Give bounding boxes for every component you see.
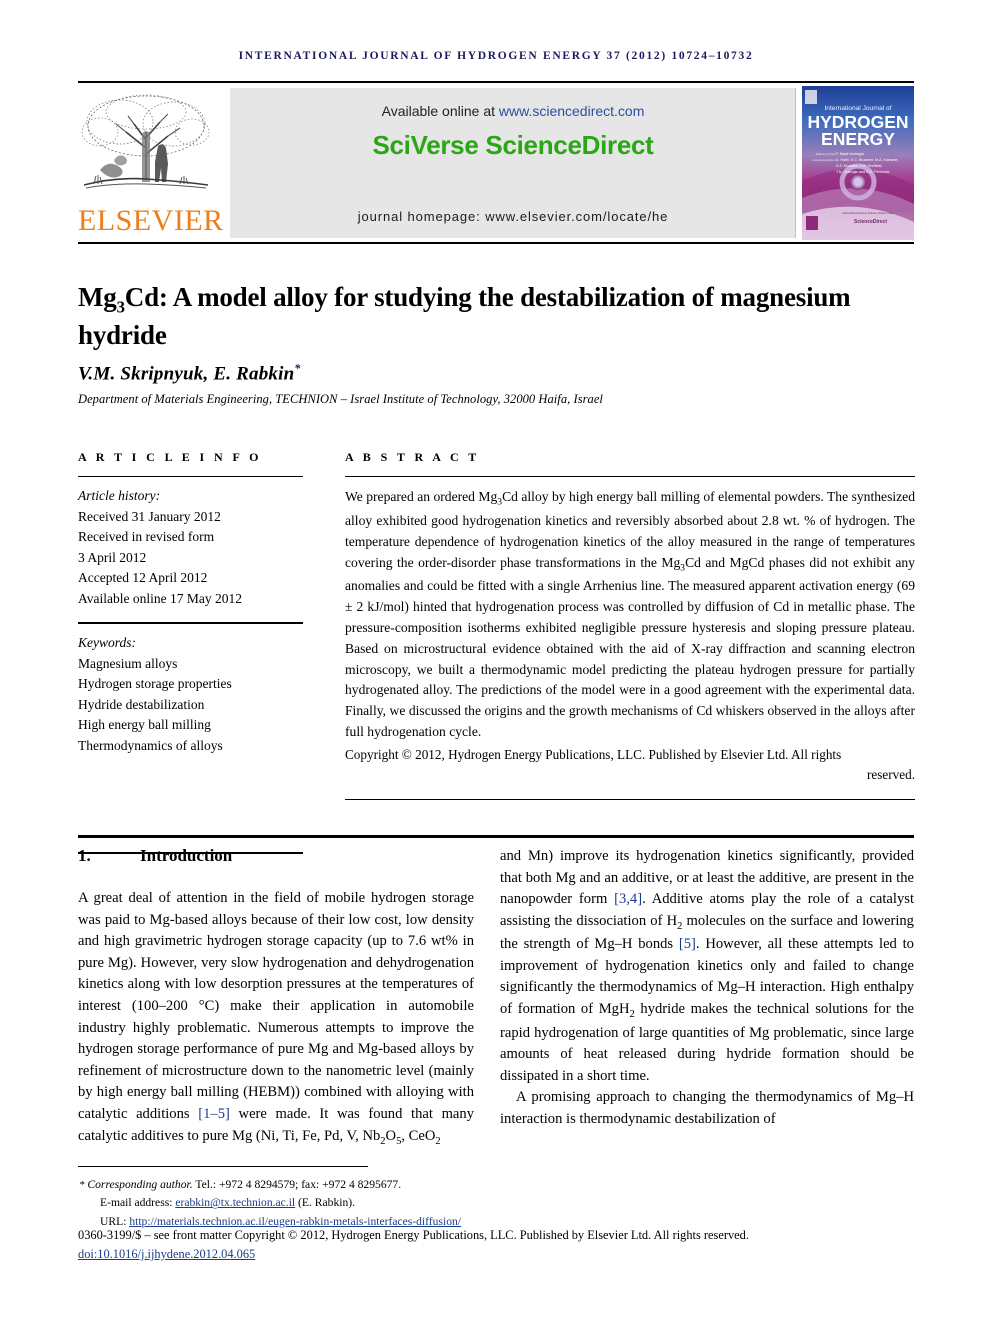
cover-editor-name: T. Nejat Veziroglu xyxy=(836,152,864,156)
title-part2: Cd: A model alloy for studying the desta… xyxy=(78,282,851,351)
section-number: 1. xyxy=(78,846,91,865)
intro-left-c: O xyxy=(385,1127,397,1144)
email-link[interactable]: erabkin@tx.technion.ac.il xyxy=(175,1196,295,1209)
abstract-copyright: Copyright © 2012, Hydrogen Energy Public… xyxy=(345,745,915,785)
article-history-item: Available online 17 May 2012 xyxy=(78,590,242,606)
email-suffix: (E. Rabkin). xyxy=(295,1196,356,1210)
article-info-rule xyxy=(78,476,303,478)
intro-paragraph-left: A great deal of attention in the field o… xyxy=(78,888,474,1149)
intro-left-d: , CeO xyxy=(401,1127,436,1144)
footnote-rule xyxy=(78,1166,368,1167)
cover-editor-label: Editor-in-Chief xyxy=(816,152,836,156)
journal-masthead: ELSEVIER Available online at www.science… xyxy=(78,81,914,244)
journal-cover-image: International Journal of HYDROGEN ENERGY… xyxy=(802,86,914,240)
doi-link[interactable]: doi:10.1016/j.ijhydene.2012.04.065 xyxy=(78,1245,914,1264)
issn-line: 0360-3199/$ – see front matter Copyright… xyxy=(78,1228,749,1242)
masthead-bottom-rule xyxy=(78,242,914,244)
abstract-text: We prepared an ordered Mg3Cd alloy by hi… xyxy=(345,487,915,743)
elsevier-tree-icon xyxy=(81,94,210,189)
keyword-item: High energy ball milling xyxy=(78,717,211,733)
issn-copyright-block: 0360-3199/$ – see front matter Copyright… xyxy=(78,1226,914,1263)
elsevier-logo: ELSEVIER xyxy=(78,88,224,238)
cover-line3: ENERGY xyxy=(821,129,895,149)
cover-sd-badge: ScienceDirect xyxy=(854,219,887,225)
article-history-item: Accepted 12 April 2012 xyxy=(78,570,208,586)
abstract-column: A B S T R A C T We prepared an ordered M… xyxy=(345,450,915,801)
sciencedirect-url[interactable]: www.sciencedirect.com xyxy=(499,103,645,119)
abstract-heading: A B S T R A C T xyxy=(345,450,480,464)
article-info-separator xyxy=(78,622,303,624)
section-heading-introduction: 1. Introduction xyxy=(78,846,474,866)
article-history-item: Received in revised form xyxy=(78,529,215,545)
title-subscript: 3 xyxy=(116,297,125,317)
article-info-heading: A R T I C L E I N F O xyxy=(78,450,262,464)
formula-sub: 2 xyxy=(435,1135,441,1147)
citation-ref[interactable]: [5] xyxy=(679,936,696,952)
article-history-label: Article history: xyxy=(78,488,161,504)
sciverse-sciencedirect-logo: SciVerse ScienceDirect xyxy=(372,130,654,160)
journal-article-page: International Journal of Hydrogen Energy… xyxy=(0,0,992,1323)
cover-assoc-line1: A. Hariri, E.C. Bruckner, M.A. Kaesche, xyxy=(836,158,899,162)
keywords-block: Keywords: Magnesium alloys Hydrogen stor… xyxy=(78,633,303,756)
affiliation: Department of Materials Engineering, TEC… xyxy=(78,392,603,406)
masthead-top-rule xyxy=(78,81,914,83)
keyword-item: Magnesium alloys xyxy=(78,655,178,671)
title-part1: Mg xyxy=(78,282,117,313)
keywords-label: Keywords: xyxy=(78,634,136,650)
keyword-item: Thermodynamics of alloys xyxy=(78,737,223,753)
keyword-item: Hydride destabilization xyxy=(78,696,205,712)
cover-assoc-line2: N.Z. Muradov, J.W. Sheffield, xyxy=(836,164,882,168)
intro-left-a: A great deal of attention in the field o… xyxy=(78,890,474,1122)
cover-assoc-line3: T.N. Veziroglu and E.A. Pereseda xyxy=(836,170,889,174)
abstract-bottom-rule xyxy=(345,798,915,801)
article-history-block: Article history: Received 31 January 201… xyxy=(78,486,303,609)
article-history-item: Received 31 January 2012 xyxy=(78,508,221,524)
article-info-column: A R T I C L E I N F O Article history: R… xyxy=(78,450,303,854)
cover-line1: International Journal of xyxy=(824,105,891,112)
cover-assoc-label: Associate Editors xyxy=(812,158,836,162)
footnote-star: * xyxy=(79,1179,85,1191)
corresponding-author-label: Corresponding author. xyxy=(87,1178,193,1191)
keyword-item: Hydrogen storage properties xyxy=(78,676,232,692)
available-online-line: Available online at www.sciencedirect.co… xyxy=(230,103,796,119)
cover-indexed-label: Indexed/Abstracted in Science Citation I… xyxy=(842,211,894,215)
article-history-item: 3 April 2012 xyxy=(78,549,147,565)
copyright-main: Copyright © 2012, Hydrogen Energy Public… xyxy=(345,747,842,763)
elsevier-wordmark: ELSEVIER xyxy=(78,204,224,237)
corresponding-author-note: * Corresponding author. Tel.: +972 4 829… xyxy=(78,1176,914,1194)
body-column-left: 1. Introduction A great deal of attention… xyxy=(78,846,474,1149)
available-online-label: Available online at xyxy=(381,103,499,119)
body-column-right: and Mn) improve its hydrogenation kineti… xyxy=(500,846,914,1130)
corresponding-author-tel: Tel.: +972 4 8294579; fax: +972 4 829567… xyxy=(192,1178,402,1191)
intro-paragraph-right: and Mn) improve its hydrogenation kineti… xyxy=(500,846,914,1087)
body-top-rule xyxy=(78,835,914,838)
intro-paragraph-right-2: A promising approach to changing the the… xyxy=(500,1089,914,1127)
page-title: Mg3Cd: A model alloy for studying the de… xyxy=(78,280,868,353)
author-list: V.M. Skripnyuk, E. Rabkin* xyxy=(78,362,868,385)
abstract-text-a: We prepared an ordered Mg xyxy=(345,489,498,505)
corresponding-author-marker: * xyxy=(294,362,301,375)
section-title: Introduction xyxy=(140,846,233,865)
sciencedirect-banner: Available online at www.sciencedirect.co… xyxy=(230,88,796,238)
copyright-last: reserved. xyxy=(867,767,915,783)
journal-homepage-line[interactable]: journal homepage: www.elsevier.com/locat… xyxy=(230,209,796,224)
email-label: E-mail address: xyxy=(100,1196,176,1210)
email-note: E-mail address: erabkin@tx.technion.ac.i… xyxy=(78,1194,914,1212)
abstract-rule xyxy=(345,476,915,478)
journal-cover-art: International Journal of HYDROGEN ENERGY… xyxy=(802,86,914,240)
running-head: International Journal of Hydrogen Energy… xyxy=(238,50,754,62)
citation-ref[interactable]: [3,4] xyxy=(614,891,642,907)
author-names[interactable]: V.M. Skripnyuk, E. Rabkin xyxy=(78,363,294,384)
footnote-block: * Corresponding author. Tel.: +972 4 829… xyxy=(78,1176,914,1231)
abstract-text-c: Cd and MgCd phases did not exhibit any a… xyxy=(345,554,915,740)
citation-ref[interactable]: [1–5] xyxy=(198,1106,230,1122)
